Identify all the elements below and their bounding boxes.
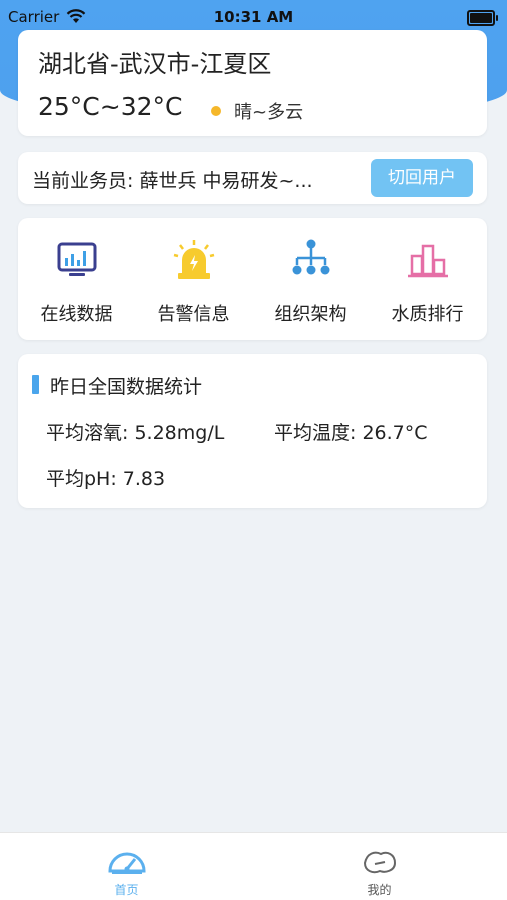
menu-label-water-quality-ranking: 水质排行 [391, 304, 464, 325]
menu-item-water-quality-ranking[interactable]: 水质排行 [369, 218, 486, 340]
monitor-chart-icon [57, 242, 97, 276]
avg-oxygen: 平均溶氧: 5.28mg/L [46, 422, 225, 444]
ranking-bars-icon [408, 244, 448, 278]
salesperson-card: 当前业务员: 薛世兵 中易研发~... 切回用户 [18, 152, 487, 204]
menu-item-org-structure[interactable]: 组织架构 [252, 218, 369, 340]
weather-card: 湖北省-武汉市-江夏区 25°C~32°C 晴~多云 [18, 30, 487, 136]
org-tree-icon [292, 239, 330, 275]
quick-menu: 在线数据 告警信息 组织架构 水质排行 [18, 218, 487, 340]
weather-sun-icon [211, 106, 221, 116]
tab-home[interactable]: 首页 [0, 833, 253, 900]
tab-home-label: 首页 [114, 883, 139, 897]
weather-condition: 晴~多云 [234, 102, 304, 123]
tab-bar: 首页 我的 [0, 832, 507, 900]
profile-icon [363, 851, 397, 874]
battery-icon [467, 10, 498, 26]
temperature-range: 25°C~32°C [38, 92, 183, 121]
menu-label-online-data: 在线数据 [40, 304, 113, 325]
status-time: 10:31 AM [213, 8, 294, 26]
menu-label-org-structure: 组织架构 [274, 304, 347, 325]
home-dashboard-icon [108, 852, 146, 874]
status-bar: Carrier 10:31 AM [0, 0, 507, 34]
menu-item-online-data[interactable]: 在线数据 [18, 218, 135, 340]
tab-mine-label: 我的 [367, 883, 392, 897]
tab-mine[interactable]: 我的 [253, 833, 506, 900]
menu-label-alarm-info: 告警信息 [157, 304, 230, 325]
avg-ph: 平均pH: 7.83 [46, 468, 166, 490]
section-marker [32, 375, 39, 394]
alarm-light-icon [173, 240, 215, 279]
switch-user-button[interactable]: 切回用户 [371, 159, 473, 197]
location-label[interactable]: 湖北省-武汉市-江夏区 [38, 44, 271, 79]
avg-temperature: 平均温度: 26.7°C [274, 422, 428, 444]
salesperson-info: 当前业务员: 薛世兵 中易研发~... [32, 170, 313, 192]
stats-title: 昨日全国数据统计 [50, 376, 203, 398]
stats-card: 昨日全国数据统计 平均溶氧: 5.28mg/L 平均温度: 26.7°C 平均p… [18, 354, 487, 508]
home-screen: Carrier 10:31 AM 湖北省-武汉市-江夏区 25°C~32°C 晴… [0, 0, 507, 900]
menu-item-alarm-info[interactable]: 告警信息 [135, 218, 252, 340]
